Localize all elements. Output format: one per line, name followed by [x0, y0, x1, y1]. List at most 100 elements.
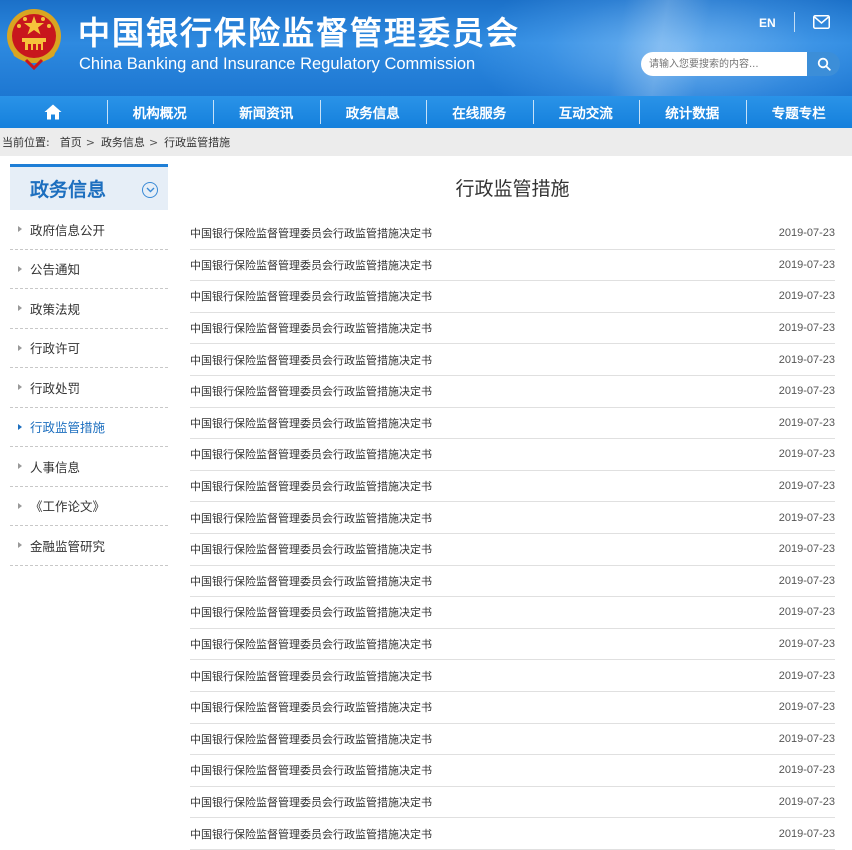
site-header: 中国银行保险监督管理委员会 China Banking and Insuranc… [0, 0, 852, 96]
breadcrumb-separator: > [148, 135, 159, 149]
sidebar-item-jianguan-cuoshi[interactable]: 行政监管措施 [10, 408, 168, 447]
list-item-date: 2019-07-23 [778, 574, 835, 587]
list-item-title[interactable]: 中国银行保险监督管理委员会行政监管措施决定书 [190, 731, 432, 747]
caret-right-icon [18, 542, 22, 549]
caret-right-icon [18, 226, 22, 233]
list-item[interactable]: 中国银行保险监督管理委员会行政监管措施决定书 2019-07-23 [190, 787, 835, 819]
list-item-date: 2019-07-23 [778, 827, 835, 840]
english-language-link[interactable]: EN [759, 16, 776, 30]
sidebar-item-label: 政府信息公开 [30, 222, 106, 238]
list-item[interactable]: 中国银行保险监督管理委员会行政监管措施决定书 2019-07-23 [190, 818, 835, 850]
list-item-date: 2019-07-23 [778, 669, 835, 682]
list-item-title[interactable]: 中国银行保险监督管理委员会行政监管措施决定书 [190, 668, 432, 684]
list-item-title[interactable]: 中国银行保险监督管理委员会行政监管措施决定书 [190, 762, 432, 778]
list-item-date: 2019-07-23 [778, 764, 835, 777]
list-item[interactable]: 中国银行保险监督管理委员会行政监管措施决定书 2019-07-23 [190, 471, 835, 503]
list-item-date: 2019-07-23 [778, 480, 835, 493]
list-item-title[interactable]: 中国银行保险监督管理委员会行政监管措施决定书 [190, 383, 432, 399]
site-title-cn[interactable]: 中国银行保险监督管理委员会 [78, 8, 520, 54]
site-title-en[interactable]: China Banking and Insurance Regulatory C… [79, 55, 475, 74]
list-item-title[interactable]: 中国银行保险监督管理委员会行政监管措施决定书 [190, 826, 432, 842]
sidebar-item-label: 行政处罚 [30, 380, 81, 396]
list-item-title[interactable]: 中国银行保险监督管理委员会行政监管措施决定书 [190, 510, 432, 526]
search-button[interactable] [807, 52, 840, 76]
list-item-date: 2019-07-23 [778, 290, 835, 303]
list-item-date: 2019-07-23 [778, 322, 835, 335]
caret-right-icon [18, 265, 22, 272]
list-item[interactable]: 中国银行保险监督管理委员会行政监管措施决定书 2019-07-23 [190, 597, 835, 629]
search-icon [817, 57, 831, 71]
list-item-date: 2019-07-23 [778, 795, 835, 808]
sidebar-item-jinrong-yanjiu[interactable]: 金融监管研究 [10, 526, 168, 566]
sidebar-item-gongzuo-lunwen[interactable]: 《工作论文》 [10, 487, 168, 526]
nav-item-xinwen[interactable]: 新闻资讯 [213, 96, 320, 128]
chevron-down-icon[interactable] [142, 182, 158, 198]
sidebar-item-xuke[interactable]: 行政许可 [10, 329, 168, 368]
page-title: 行政监管措施 [455, 178, 570, 200]
list-item[interactable]: 中国银行保险监督管理委员会行政监管措施决定书 2019-07-23 [190, 692, 835, 724]
list-item[interactable]: 中国银行保险监督管理委员会行政监管措施决定书 2019-07-23 [190, 344, 835, 376]
caret-right-icon [18, 384, 22, 391]
header-streak [560, 0, 760, 96]
caret-right-icon [18, 305, 22, 312]
list-item-title[interactable]: 中国银行保险监督管理委员会行政监管措施决定书 [190, 320, 432, 336]
list-item-title[interactable]: 中国银行保险监督管理委员会行政监管措施决定书 [190, 478, 432, 494]
list-item-title[interactable]: 中国银行保险监督管理委员会行政监管措施决定书 [190, 604, 432, 620]
list-item-title[interactable]: 中国银行保险监督管理委员会行政监管措施决定书 [190, 225, 432, 241]
list-item[interactable]: 中国银行保险监督管理委员会行政监管措施决定书 2019-07-23 [190, 534, 835, 566]
list-item[interactable]: 中国银行保险监督管理委员会行政监管措施决定书 2019-07-23 [190, 629, 835, 661]
nav-item-zhuanti[interactable]: 专题专栏 [745, 96, 852, 128]
list-item[interactable]: 中国银行保险监督管理委员会行政监管措施决定书 2019-07-23 [190, 313, 835, 345]
list-item[interactable]: 中国银行保险监督管理委员会行政监管措施决定书 2019-07-23 [190, 439, 835, 471]
search-input[interactable] [641, 52, 807, 76]
list-item[interactable]: 中国银行保险监督管理委员会行政监管措施决定书 2019-07-23 [190, 250, 835, 282]
nav-item-tongji[interactable]: 统计数据 [639, 96, 746, 128]
breadcrumb-zhengwu[interactable]: 政务信息 [101, 134, 145, 150]
sidebar-item-label: 公告通知 [30, 262, 81, 278]
list-item-title[interactable]: 中国银行保险监督管理委员会行政监管措施决定书 [190, 288, 432, 304]
list-item[interactable]: 中国银行保险监督管理委员会行政监管措施决定书 2019-07-23 [190, 502, 835, 534]
list-item-title[interactable]: 中国银行保险监督管理委员会行政监管措施决定书 [190, 573, 432, 589]
list-item-title[interactable]: 中国银行保险监督管理委员会行政监管措施决定书 [190, 352, 432, 368]
list-item[interactable]: 中国银行保险监督管理委员会行政监管措施决定书 2019-07-23 [190, 376, 835, 408]
list-item-title[interactable]: 中国银行保险监督管理委员会行政监管措施决定书 [190, 257, 432, 273]
list-item-title[interactable]: 中国银行保险监督管理委员会行政监管措施决定书 [190, 699, 432, 715]
list-item[interactable]: 中国银行保险监督管理委员会行政监管措施决定书 2019-07-23 [190, 408, 835, 440]
sidebar-item-chufa[interactable]: 行政处罚 [10, 368, 168, 408]
nav-item-hudong[interactable]: 互动交流 [532, 96, 640, 128]
sidebar-item-label: 《工作论文》 [30, 499, 106, 515]
list-item[interactable]: 中国银行保险监督管理委员会行政监管措施决定书 2019-07-23 [190, 281, 835, 313]
nav-home[interactable] [0, 96, 107, 128]
mail-icon[interactable] [813, 15, 830, 29]
list-item-title[interactable]: 中国银行保险监督管理委员会行政监管措施决定书 [190, 541, 432, 557]
sidebar-title: 政务信息 [30, 179, 107, 201]
sidebar-item-zhengfu-xinxi[interactable]: 政府信息公开 [10, 210, 168, 250]
list-item-date: 2019-07-23 [778, 258, 835, 271]
list-item[interactable]: 中国银行保险监督管理委员会行政监管措施决定书 2019-07-23 [190, 660, 835, 692]
sidebar-item-zhengce[interactable]: 政策法规 [10, 289, 168, 329]
nav-item-zhengwu[interactable]: 政务信息 [319, 96, 427, 128]
document-list: 中国银行保险监督管理委员会行政监管措施决定书 2019-07-23 中国银行保险监督… [190, 218, 835, 850]
list-item-title[interactable]: 中国银行保险监督管理委员会行政监管措施决定书 [190, 415, 432, 431]
caret-right-icon [18, 463, 22, 470]
main-nav: 机构概况 新闻资讯 政务信息 在线服务 互动交流 统计数据 专题专栏 [0, 96, 852, 128]
list-item-title[interactable]: 中国银行保险监督管理委员会行政监管措施决定书 [190, 794, 432, 810]
list-item-title[interactable]: 中国银行保险监督管理委员会行政监管措施决定书 [190, 636, 432, 652]
list-item[interactable]: 中国银行保险监督管理委员会行政监管措施决定书 2019-07-23 [190, 755, 835, 787]
sidebar-item-gonggao[interactable]: 公告通知 [10, 250, 168, 289]
national-emblem-icon[interactable] [4, 6, 64, 70]
nav-item-zaixian[interactable]: 在线服务 [426, 96, 533, 128]
sidebar-item-label: 政策法规 [30, 301, 81, 317]
breadcrumb-home[interactable]: 首页 [60, 134, 82, 150]
home-icon [44, 104, 62, 120]
breadcrumb-prefix: 当前位置: [2, 136, 50, 149]
breadcrumb-current: 行政监管措施 [164, 136, 231, 149]
list-item[interactable]: 中国银行保险监督管理委员会行政监管措施决定书 2019-07-23 [190, 724, 835, 756]
nav-item-jigou[interactable]: 机构概况 [106, 96, 214, 128]
breadcrumb: 当前位置: 首页 > 政务信息 > 行政监管措施 [0, 128, 852, 156]
caret-right-icon [18, 423, 22, 430]
list-item-title[interactable]: 中国银行保险监督管理委员会行政监管措施决定书 [190, 446, 432, 462]
list-item[interactable]: 中国银行保险监督管理委员会行政监管措施决定书 2019-07-23 [190, 566, 835, 598]
sidebar-item-renshi[interactable]: 人事信息 [10, 447, 168, 487]
list-item[interactable]: 中国银行保险监督管理委员会行政监管措施决定书 2019-07-23 [190, 218, 835, 250]
